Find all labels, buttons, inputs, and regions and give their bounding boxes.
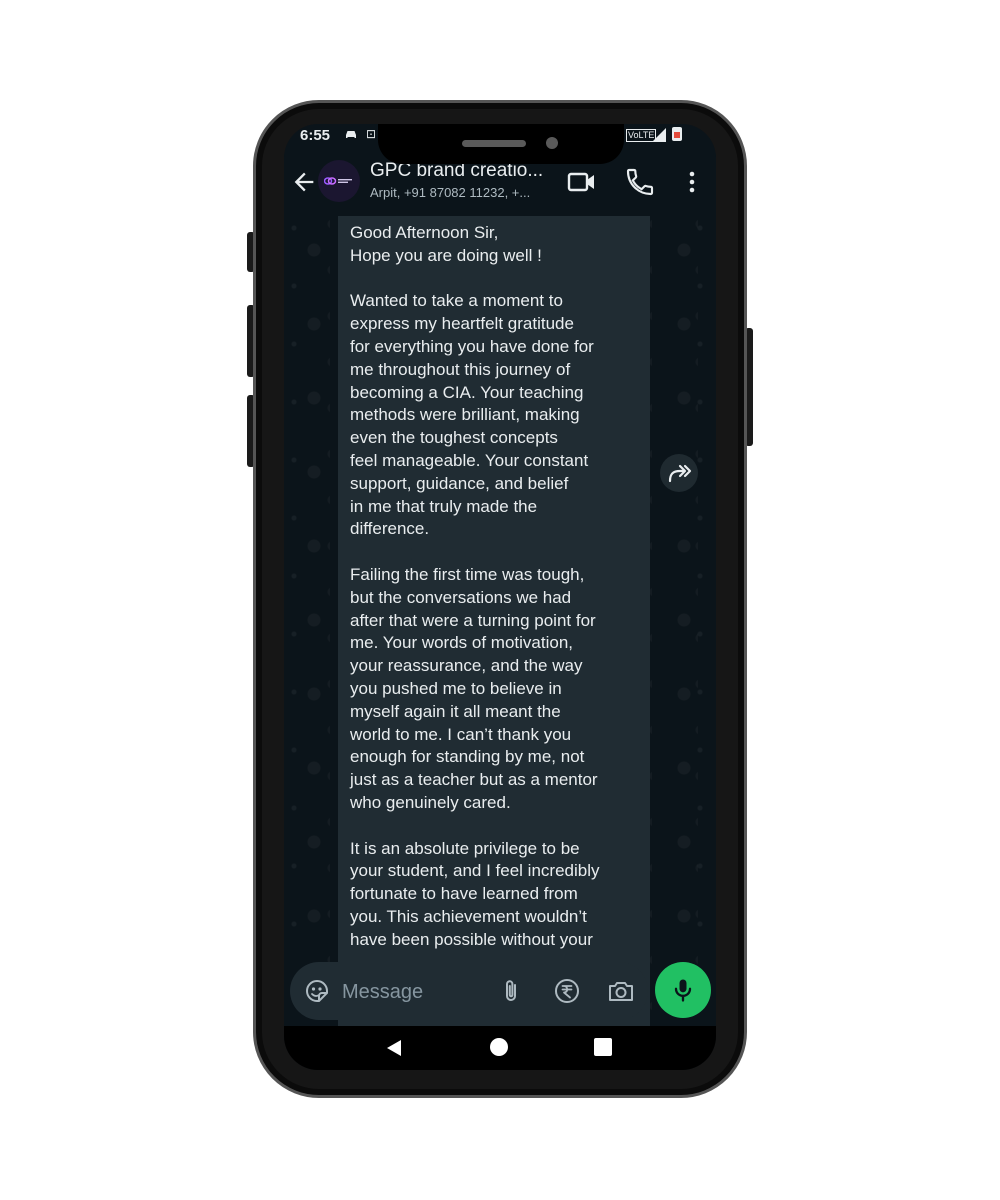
message-input[interactable] <box>340 972 494 1012</box>
phone-screen: 6:55 ⊡ VoLTE GPC brand creatio... Arpit,… <box>284 124 716 1070</box>
more-vertical-icon[interactable] <box>676 166 708 198</box>
notification-icon: ⊡ <box>366 127 377 141</box>
nav-recents-icon[interactable] <box>594 1038 612 1056</box>
voice-call-icon[interactable] <box>624 166 656 198</box>
nav-home-icon[interactable] <box>490 1038 508 1056</box>
attachment-icon[interactable] <box>496 976 526 1006</box>
mic-button[interactable] <box>655 962 711 1018</box>
sticker-icon[interactable] <box>302 976 332 1006</box>
message-composer <box>290 962 648 1020</box>
mic-icon <box>674 979 692 1002</box>
message-paragraph: Wanted to take a moment to express my he… <box>350 291 594 539</box>
system-nav-bar <box>284 1026 716 1070</box>
camera-notch <box>378 124 624 164</box>
front-camera <box>546 137 558 149</box>
message-paragraph: It is an absolute privilege to be your s… <box>350 838 600 949</box>
video-call-icon[interactable] <box>566 166 598 198</box>
battery-icon <box>672 127 682 141</box>
rupee-icon[interactable] <box>552 976 582 1006</box>
message-paragraph: Failing the first time was tough, but th… <box>350 564 598 812</box>
car-icon <box>344 127 358 144</box>
back-arrow-icon[interactable] <box>290 168 318 196</box>
group-avatar[interactable] <box>318 160 360 202</box>
group-members: Arpit, +91 87082 11232, +... <box>370 185 531 200</box>
earpiece-speaker <box>462 140 526 147</box>
nav-back-icon[interactable] <box>384 1038 404 1058</box>
status-time: 6:55 <box>300 127 331 144</box>
brand-logo-icon <box>324 177 352 185</box>
message-bubble[interactable]: Good Afternoon Sir, Hope you are doing w… <box>338 216 650 1026</box>
signal-icon <box>652 128 666 142</box>
message-paragraph: Good Afternoon Sir, Hope you are doing w… <box>350 223 542 265</box>
forward-icon[interactable] <box>660 454 698 492</box>
chat-title[interactable]: GPC brand creatio... Arpit, +91 87082 11… <box>370 158 560 202</box>
camera-icon[interactable] <box>606 976 636 1006</box>
